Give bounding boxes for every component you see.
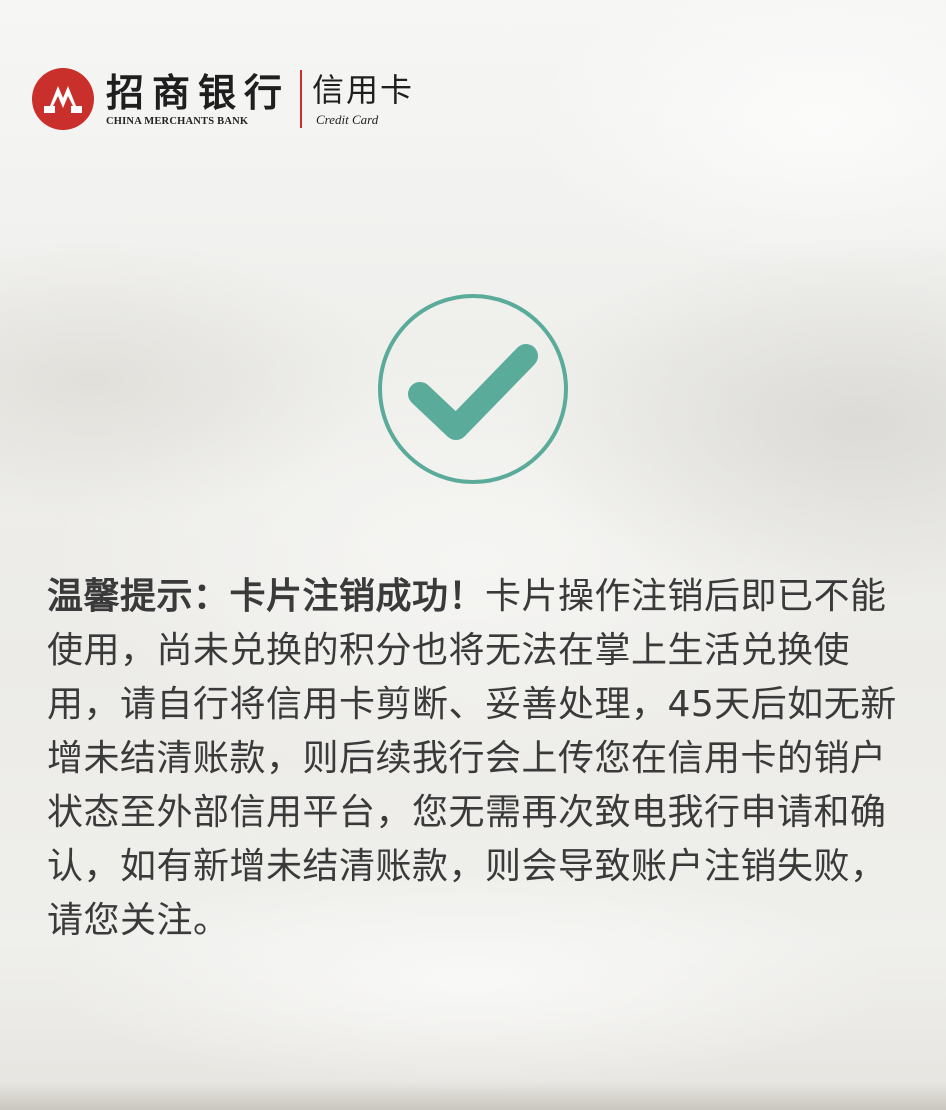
bank-name-en: CHINA MERCHANTS BANK <box>106 116 249 127</box>
notice-title: 温馨提示：卡片注销成功！ <box>47 576 486 617</box>
bank-name-block: 招商银行 CHINA MERCHANTS BANK <box>106 70 291 128</box>
product-name-cn: 信用卡 <box>312 71 415 109</box>
product-name-block: 信用卡 Credit Card <box>312 70 414 128</box>
background-footer-shade <box>0 1082 946 1110</box>
cancellation-notice: 温馨提示：卡片注销成功！卡片操作注销后即已不能使用，尚未兑换的积分也将无法在掌上… <box>47 570 907 948</box>
cmb-logo-icon <box>32 68 94 130</box>
logo-divider <box>300 70 303 128</box>
bank-name-cn: 招商银行 <box>106 70 291 115</box>
success-check-icon <box>378 294 568 484</box>
brand-header: 招商银行 CHINA MERCHANTS BANK 信用卡 Credit Car… <box>30 64 414 134</box>
product-name-en: Credit Card <box>316 112 379 127</box>
notice-body: 卡片操作注销后即已不能使用，尚未兑换的积分也将无法在掌上生活兑换使用，请自行将信… <box>47 576 897 941</box>
